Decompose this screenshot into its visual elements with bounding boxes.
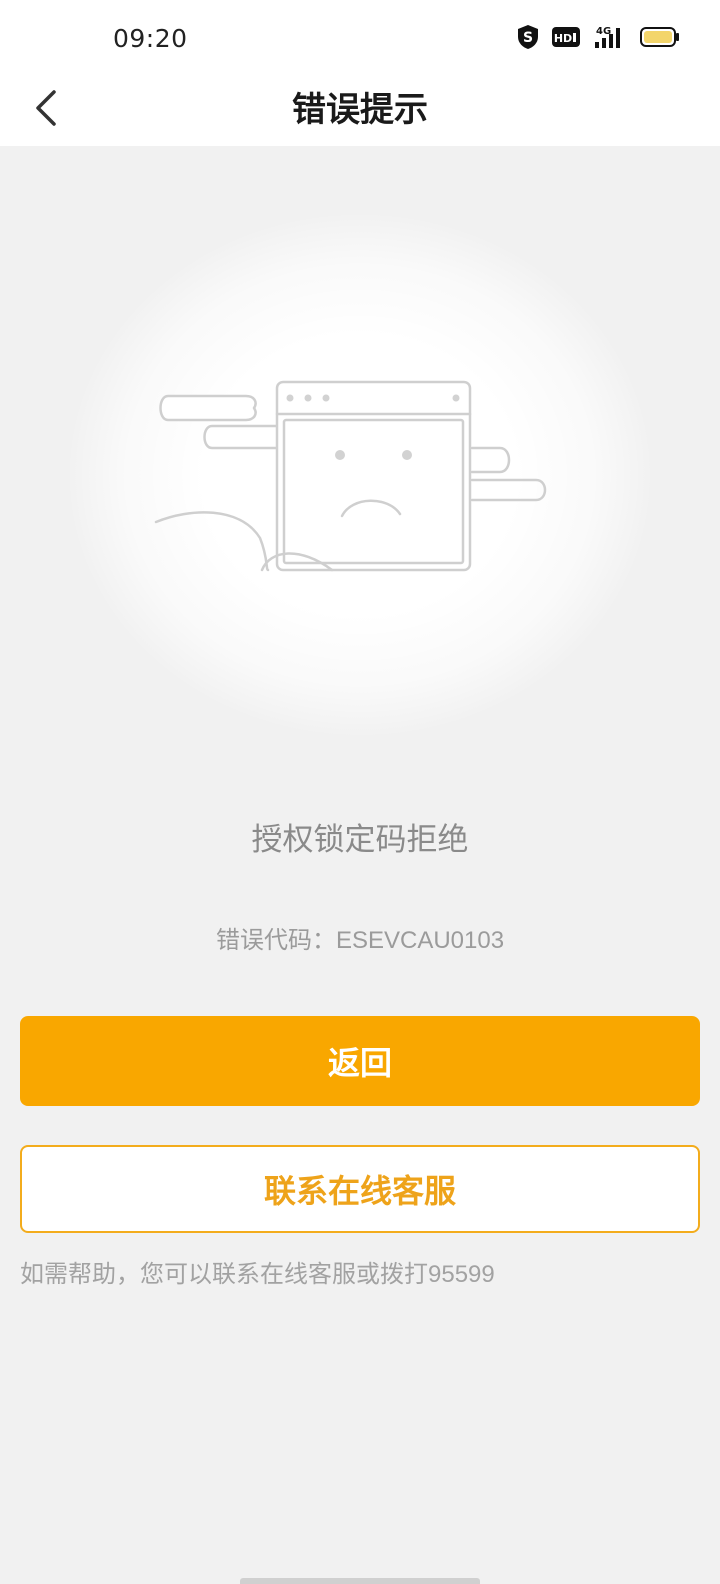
error-screen: 09:20 S HD 4G 错误提示 授权锁定码拒绝 错误代码：ESEVCAU0… [0, 0, 720, 1584]
svg-text:S: S [523, 30, 533, 46]
status-bar: 09:20 S HD 4G [0, 0, 720, 74]
status-time: 09:20 [113, 24, 188, 53]
return-button-label: 返回 [327, 1044, 392, 1082]
4g-signal-icon: 4G [592, 24, 628, 54]
error-message: 授权锁定码拒绝 [251, 822, 469, 858]
help-text: 如需帮助，您可以联系在线客服或拨打95599 [20, 1254, 495, 1289]
contact-button-label: 联系在线客服 [263, 1172, 456, 1210]
nav-bar: 错误提示 [0, 74, 720, 146]
svg-text:HD: HD [554, 32, 572, 45]
help-phone-number[interactable]: 95599 [428, 1261, 495, 1288]
status-icons: S HD 4G [516, 24, 680, 54]
sad-browser-window-icon [150, 370, 560, 590]
help-text-body: 如需帮助，您可以联系在线客服或拨打 [20, 1260, 428, 1288]
shield-s-icon: S [516, 24, 540, 54]
return-button[interactable]: 返回 [20, 1016, 700, 1106]
svg-text:4G: 4G [596, 26, 611, 37]
error-code-label: 错误代码： [215, 926, 336, 954]
contact-online-service-button[interactable]: 联系在线客服 [20, 1145, 700, 1233]
error-code-value: ESEVCAU0103 [335, 927, 505, 954]
error-code: 错误代码：ESEVCAU0103 [0, 920, 720, 955]
hd-icon: HD [552, 26, 580, 52]
page-title: 错误提示 [292, 90, 428, 130]
battery-icon [640, 26, 680, 52]
home-indicator[interactable] [240, 1578, 480, 1584]
